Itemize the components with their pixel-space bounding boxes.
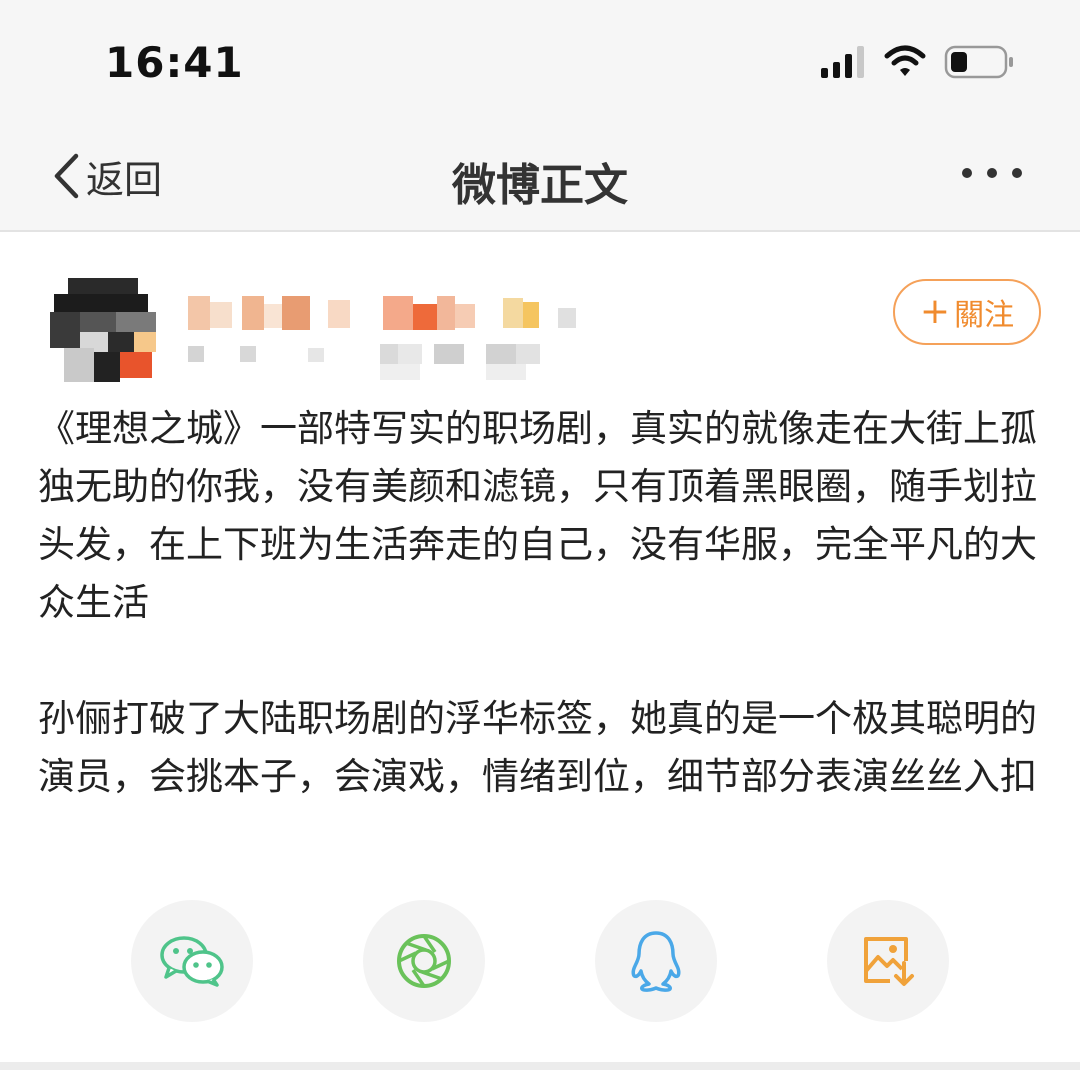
post-paragraph: 孙俪打破了大陆职场剧的浮华标签，她真的是一个极其聪明的演员，会挑本子，会演戏，情… (38, 697, 1037, 798)
battery-icon (944, 45, 1013, 79)
status-bar: 16:41 (0, 0, 1080, 120)
qq-icon (631, 931, 681, 992)
wechat-icon (160, 936, 224, 987)
post-body: 《理想之城》一部特写实的职场剧，真实的就像走在大街上孤独无助的你我，没有美颜和滤… (38, 400, 1038, 806)
signal-icon (821, 46, 864, 78)
follow-button[interactable]: + 關注 (893, 279, 1041, 345)
plus-icon: + (919, 291, 951, 332)
share-moments-button[interactable] (363, 900, 485, 1022)
nav-bar: 返回 微博正文 (0, 120, 1080, 232)
save-image-icon (864, 937, 914, 986)
more-dot (987, 168, 997, 178)
nickname-blurred (188, 296, 576, 330)
share-bar (0, 900, 1080, 1024)
post-meta-blurred (188, 344, 540, 380)
status-icons (821, 45, 1013, 79)
share-wechat-button[interactable] (131, 900, 253, 1022)
moments-icon (397, 934, 451, 988)
bottom-divider (0, 1062, 1080, 1070)
more-icon[interactable] (962, 168, 1022, 182)
share-qq-button[interactable] (595, 900, 717, 1022)
post-card: + 關注 《理想之城》一部特写实的职场剧，真实的就像走在大街上孤独无助的你我，没… (0, 232, 1080, 1062)
follow-label: 關注 (954, 298, 1015, 333)
more-dot (962, 168, 972, 178)
status-time: 16:41 (105, 38, 244, 87)
post-paragraph: 《理想之城》一部特写实的职场剧，真实的就像走在大街上孤独无助的你我，没有美颜和滤… (38, 407, 1037, 624)
more-dot (1012, 168, 1022, 178)
wifi-icon (884, 45, 926, 76)
save-image-button[interactable] (827, 900, 949, 1022)
avatar[interactable] (50, 278, 158, 382)
page-title: 微博正文 (452, 160, 628, 211)
